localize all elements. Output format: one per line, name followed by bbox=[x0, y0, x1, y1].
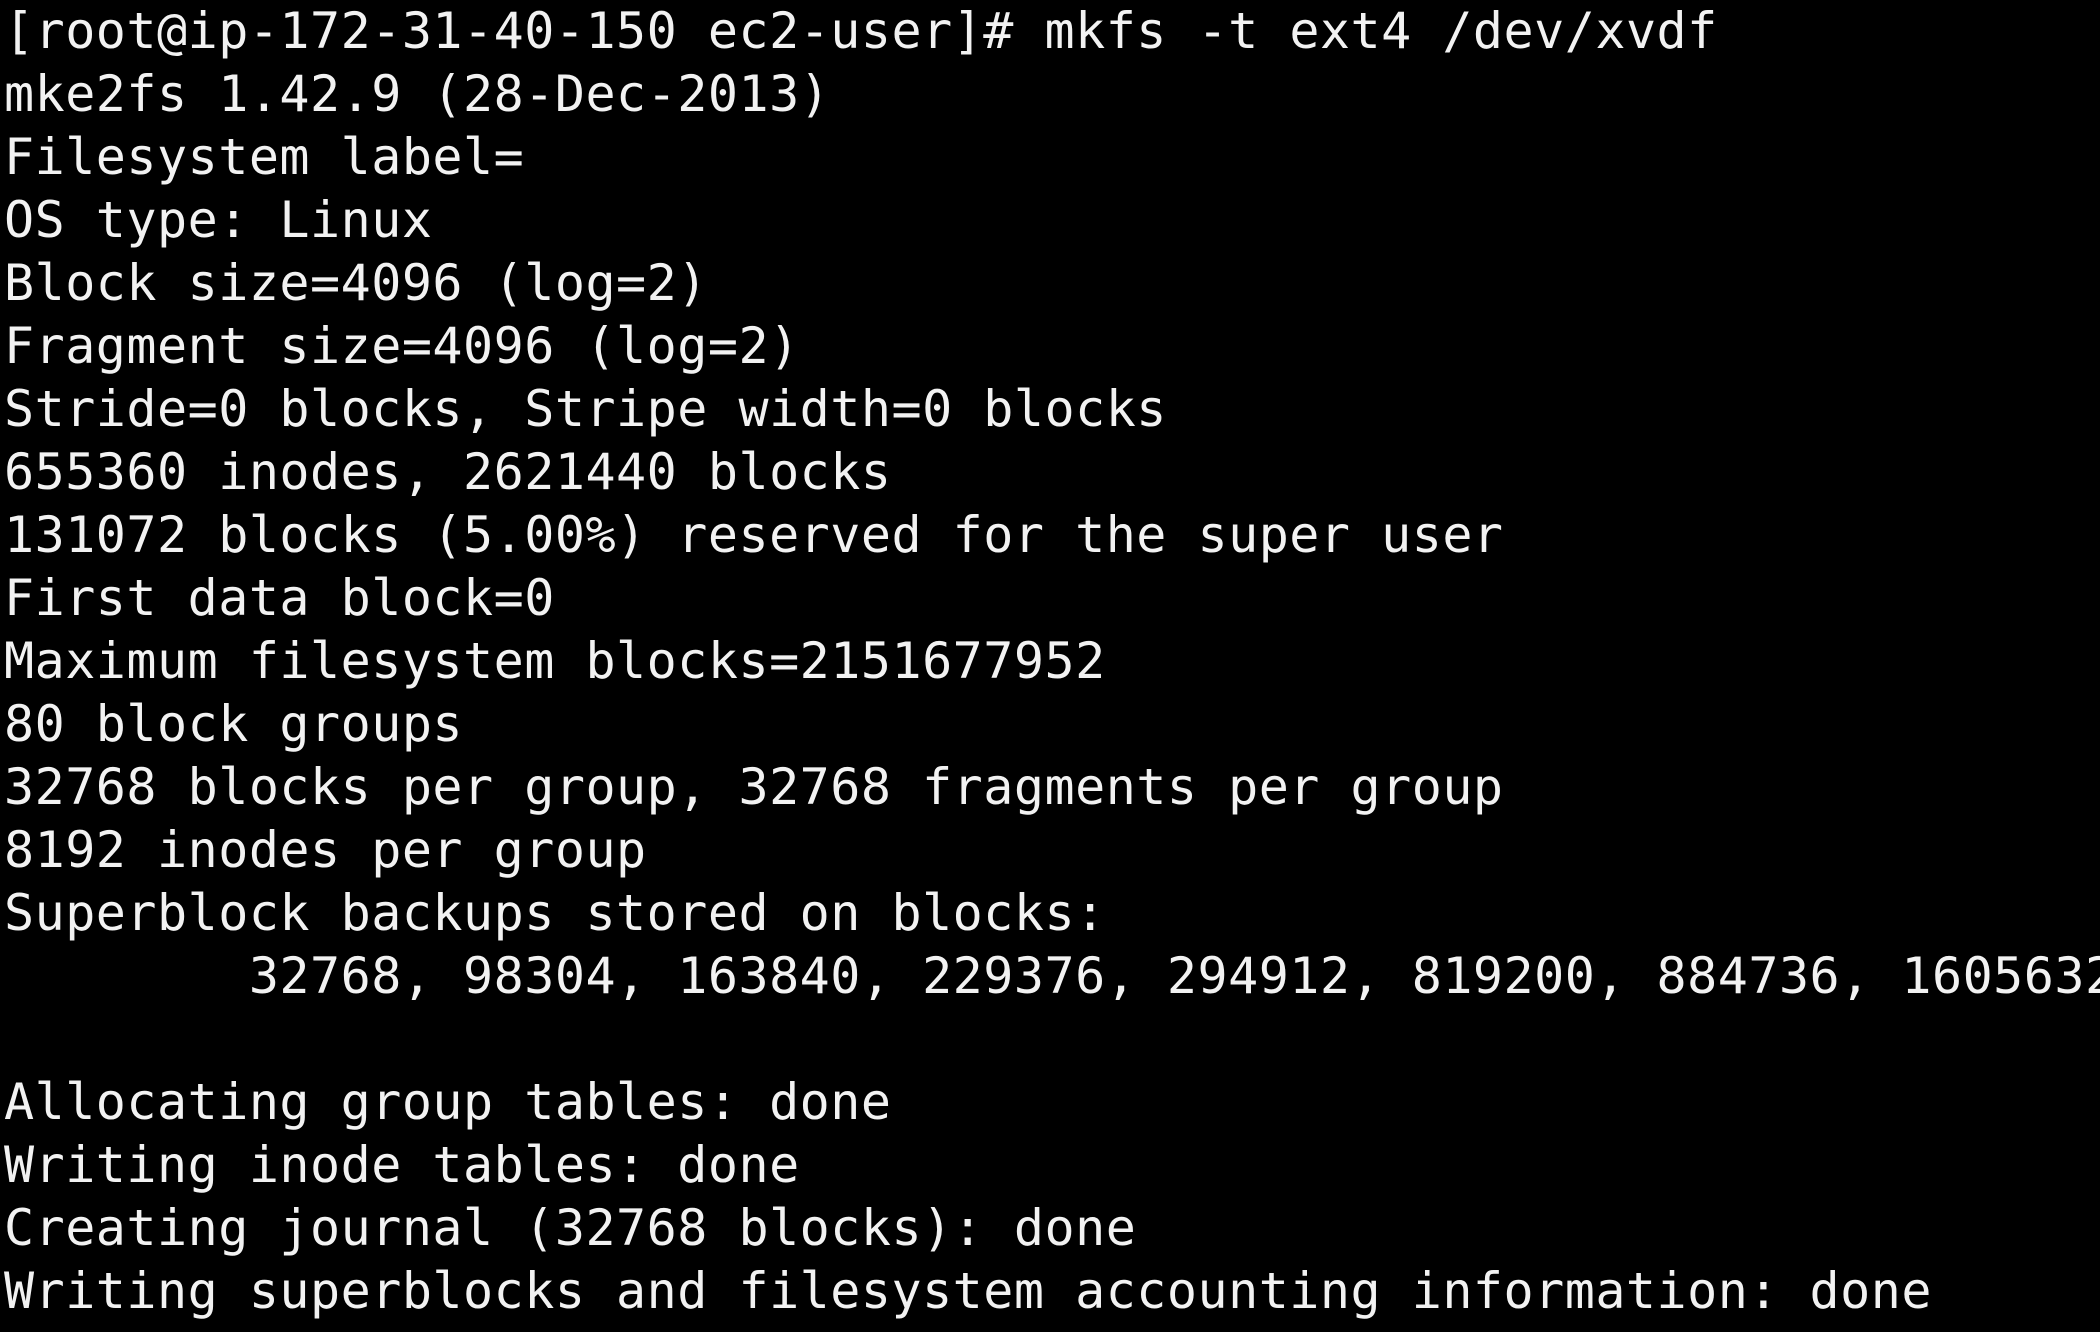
output-line-reserved-blocks: 131072 blocks (5.00%) reserved for the s… bbox=[4, 506, 1504, 564]
output-line-version: mke2fs 1.42.9 (28-Dec-2013) bbox=[4, 65, 831, 123]
output-line-block-size: Block size=4096 (log=2) bbox=[4, 254, 708, 312]
command-line: [root@ip-172-31-40-150 ec2-user]# mkfs -… bbox=[4, 0, 2100, 63]
output-line-block-groups: 80 block groups bbox=[4, 695, 464, 753]
output-line-blocks-per-group: 32768 blocks per group, 32768 fragments … bbox=[4, 758, 1504, 816]
output-line-superblock-backups: Superblock backups stored on blocks: bbox=[4, 884, 1106, 942]
output-line-filesystem-label: Filesystem label= bbox=[4, 128, 525, 186]
output-line-first-data-block: First data block=0 bbox=[4, 569, 555, 627]
shell-prompt: [root@ip-172-31-40-150 ec2-user]# bbox=[4, 2, 1045, 60]
output-line-backup-block-list: 32768, 98304, 163840, 229376, 294912, 81… bbox=[4, 947, 2100, 1005]
output-line-allocating-group-tables: Allocating group tables: done bbox=[4, 1073, 892, 1131]
output-line-max-blocks: Maximum filesystem blocks=2151677952 bbox=[4, 632, 1106, 690]
output-line-inodes-blocks: 655360 inodes, 2621440 blocks bbox=[4, 443, 892, 501]
terminal-window[interactable]: [root@ip-172-31-40-150 ec2-user]# mkfs -… bbox=[0, 0, 2100, 1332]
output-line-writing-inode-tables: Writing inode tables: done bbox=[4, 1136, 800, 1194]
output-line-creating-journal: Creating journal (32768 blocks): done bbox=[4, 1199, 1137, 1257]
output-line-inodes-per-group: 8192 inodes per group bbox=[4, 821, 647, 879]
output-line-blank bbox=[4, 1008, 2100, 1071]
command-text: mkfs -t ext4 /dev/xvdf bbox=[1044, 2, 1718, 60]
output-line-fragment-size: Fragment size=4096 (log=2) bbox=[4, 317, 800, 375]
output-line-writing-superblocks: Writing superblocks and filesystem accou… bbox=[4, 1262, 1932, 1320]
output-line-stride: Stride=0 blocks, Stripe width=0 blocks bbox=[4, 380, 1167, 438]
output-line-os-type: OS type: Linux bbox=[4, 191, 433, 249]
